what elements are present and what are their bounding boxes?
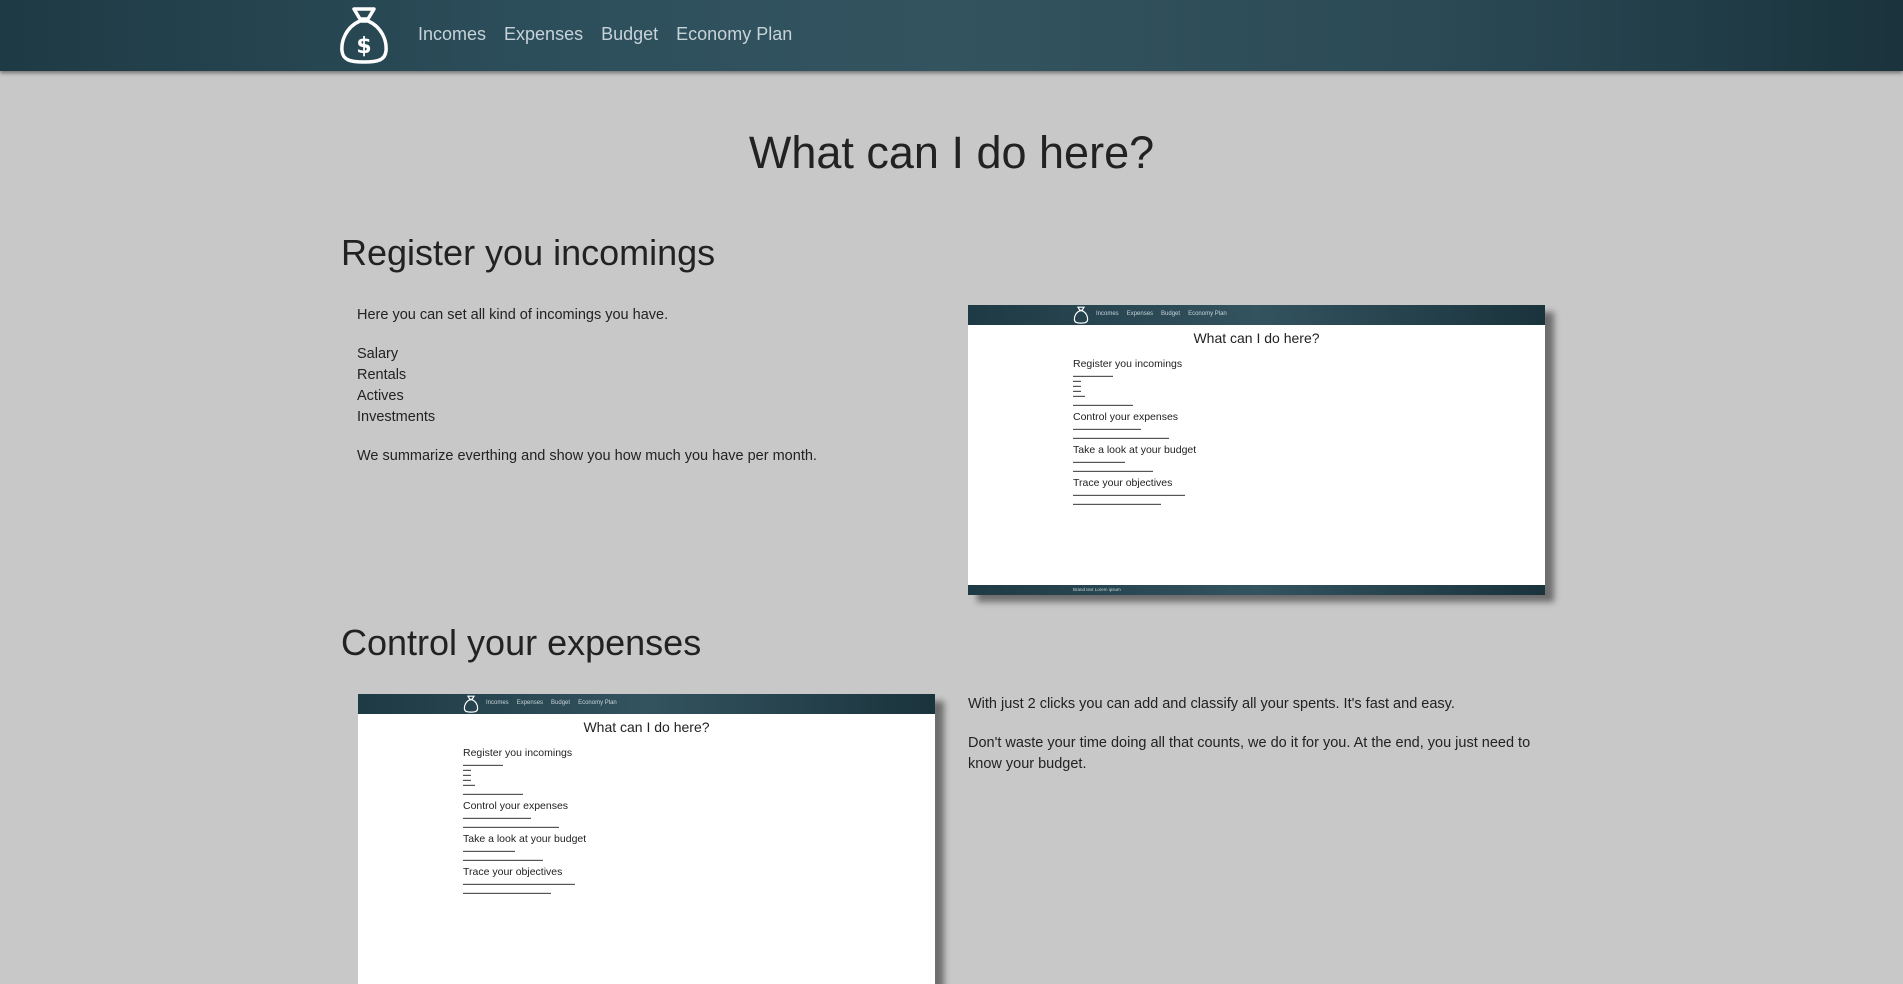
expenses-description: With just 2 clicks you can add and class… <box>968 694 1543 793</box>
incomings-summary: We summarize everthing and show you how … <box>357 448 817 464</box>
svg-text:$: $ <box>356 34 371 59</box>
preview-text: ▬▬▬▬▬▬▬▬▬▬▬▬▬▬▬▬▬▬▬▬▬▬▬▬ <box>463 824 559 829</box>
main-nav: Incomes Expenses Budget Economy Plan <box>418 24 792 45</box>
preview-text: ▬▬▬▬▬▬▬▬▬▬▬▬▬▬▬▬▬▬▬▬▬▬▬▬▬▬▬▬ <box>1073 492 1185 497</box>
preview-text: ▬▬▬▬▬▬▬▬▬▬▬▬▬▬▬▬▬▬▬▬▬▬▬▬▬▬▬▬ <box>463 881 575 886</box>
preview-nav-links: Incomes Expenses Budget Economy Plan <box>1096 311 1227 317</box>
page-title: What can I do here? <box>748 127 1155 178</box>
preview-title: What can I do here? <box>583 719 710 735</box>
preview-heading: Register you incomings <box>1073 358 1183 370</box>
incomings-list: Salary Rentals Actives Investments <box>357 344 917 428</box>
preview-navbar: Incomes Expenses Budget Economy Plan <box>358 694 935 714</box>
nav-link-expenses[interactable]: Expenses <box>504 24 583 45</box>
preview-content: Register you incomings ▬▬▬▬▬▬▬▬▬▬ ▬▬ ▬▬ ▬▬ ▬… <box>1073 358 1453 510</box>
preview-nav-link: Expenses <box>1126 311 1154 317</box>
preview-text: ▬▬▬▬▬▬▬▬▬▬▬▬▬ <box>1073 459 1125 464</box>
navbar: $ Incomes Expenses Budget Economy Plan <box>0 0 1903 71</box>
expenses-para-2: Don't waste your time doing all that cou… <box>968 735 1531 772</box>
preview-heading: Trace your objectives <box>463 866 563 878</box>
nav-link-budget[interactable]: Budget <box>601 24 658 45</box>
preview-heading: Control your expenses <box>463 800 569 812</box>
list-item: Investments <box>357 409 436 425</box>
incomings-intro: Here you can set all kind of incomings y… <box>357 307 669 323</box>
preview-nav-link: Expenses <box>516 700 544 706</box>
expenses-para-1: With just 2 clicks you can add and class… <box>968 696 1455 712</box>
preview-nav-link: Incomes <box>486 700 509 706</box>
preview-text: ▬▬▬▬▬▬▬▬▬▬▬▬▬ <box>463 848 515 853</box>
preview-footer-text: Brand text Lorem ipsum <box>1073 587 1121 592</box>
preview-text: ▬▬▬▬▬▬▬▬▬▬▬▬▬▬▬▬▬▬▬▬▬▬ <box>463 890 551 895</box>
preview-heading: Trace your objectives <box>1073 477 1173 489</box>
preview-nav-link: Economy Plan <box>578 700 617 706</box>
money-bag-icon <box>1073 306 1089 324</box>
preview-text: ▬▬▬▬▬▬▬▬▬▬▬▬▬▬▬▬▬▬▬▬▬▬ <box>1073 501 1161 506</box>
preview-navbar: Incomes Expenses Budget Economy Plan <box>968 305 1545 325</box>
preview-heading: Control your expenses <box>1073 411 1179 423</box>
preview-nav-links: Incomes Expenses Budget Economy Plan <box>486 700 617 706</box>
incomings-description: Here you can set all kind of incomings y… <box>357 305 917 485</box>
preview-nav-link: Economy Plan <box>1188 311 1227 317</box>
preview-content: Register you incomings ▬▬▬▬▬▬▬▬▬▬ ▬▬ ▬▬ ▬▬ ▬… <box>463 747 843 899</box>
preview-heading: Take a look at your budget <box>463 833 587 845</box>
preview-text: ▬▬▬▬▬▬▬▬▬▬▬▬▬▬▬ <box>1073 402 1133 407</box>
preview-text: ▬▬▬▬▬▬▬▬▬▬▬▬▬▬▬▬▬▬▬▬ <box>1073 468 1153 473</box>
preview-title: What can I do here? <box>1193 330 1320 346</box>
section-title-incomings: Register you incomings <box>341 232 716 273</box>
nav-link-economy-plan[interactable]: Economy Plan <box>676 24 792 45</box>
preview-heading: Register you incomings <box>463 747 573 759</box>
list-item: Rentals <box>357 367 407 383</box>
list-item: Actives <box>357 388 404 404</box>
preview-text: ▬▬▬▬▬▬▬▬▬▬ ▬▬ ▬▬ ▬▬ ▬▬▬ <box>1073 373 1113 398</box>
money-bag-icon <box>463 695 479 713</box>
preview-nav-link: Incomes <box>1096 311 1119 317</box>
money-bag-icon[interactable]: $ <box>338 5 390 65</box>
preview-heading: Take a look at your budget <box>1073 444 1197 456</box>
preview-footer: Brand text Lorem ipsum <box>968 585 1545 595</box>
app-preview-screenshot: Incomes Expenses Budget Economy Plan Wha… <box>968 305 1545 595</box>
preview-nav-link: Budget <box>551 700 571 706</box>
list-item: Salary <box>357 346 399 362</box>
preview-text: ▬▬▬▬▬▬▬▬▬▬▬▬▬▬▬▬▬▬▬▬▬▬▬▬ <box>1073 435 1169 440</box>
preview-text: ▬▬▬▬▬▬▬▬▬▬ ▬▬ ▬▬ ▬▬ ▬▬▬ <box>463 762 503 787</box>
nav-link-incomes[interactable]: Incomes <box>418 24 486 45</box>
preview-text: ▬▬▬▬▬▬▬▬▬▬▬▬▬▬▬▬▬▬▬▬ <box>463 857 543 862</box>
preview-nav-link: Budget <box>1161 311 1181 317</box>
preview-text: ▬▬▬▬▬▬▬▬▬▬▬▬▬▬▬ <box>463 791 523 796</box>
preview-text: ▬▬▬▬▬▬▬▬▬▬▬▬▬▬▬▬▬ <box>1073 426 1141 431</box>
app-preview-screenshot: Incomes Expenses Budget Economy Plan Wha… <box>358 694 935 984</box>
preview-text: ▬▬▬▬▬▬▬▬▬▬▬▬▬▬▬▬▬ <box>463 815 531 820</box>
section-title-expenses: Control your expenses <box>341 622 702 663</box>
